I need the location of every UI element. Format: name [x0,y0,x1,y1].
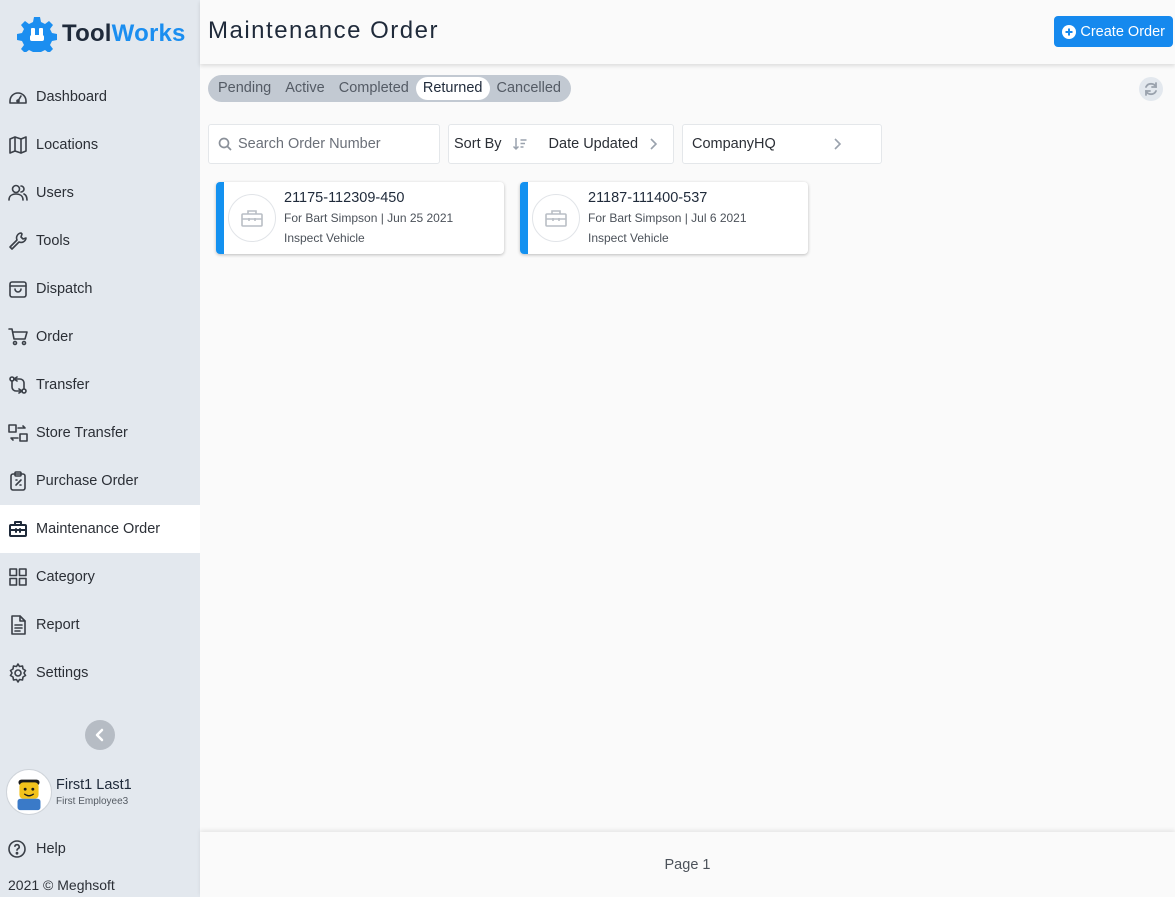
user-role: First Employee3 [56,796,129,807]
sidebar-item-label: Tools [36,233,70,249]
order-task: Inspect Vehicle [284,231,365,245]
order-task: Inspect Vehicle [588,231,669,245]
user-profile[interactable]: First1 Last1 First Employee3 [6,769,132,815]
sort-selector[interactable]: Sort By Date Updated [448,124,674,164]
order-card[interactable]: 21175-112309-450 For Bart Simpson | Jun … [216,182,504,254]
sidebar-item-label: Settings [36,665,89,681]
cart-icon [8,327,28,347]
sidebar-item-dispatch[interactable]: Dispatch [0,265,200,313]
sidebar-item-label: Transfer [36,377,90,393]
sidebar-item-label: Locations [36,137,99,153]
location-selector[interactable]: CompanyHQ [682,124,882,164]
refresh-button[interactable] [1139,77,1163,101]
logo-text-tool: Tool [62,20,112,47]
search-input[interactable] [238,136,428,152]
plus-circle-icon [1062,24,1077,39]
sidebar-item-transfer[interactable]: Transfer [0,361,200,409]
sidebar-item-label: Store Transfer [36,425,128,441]
status-tabs: Pending Active Completed Returned Cancel… [208,75,571,102]
order-card[interactable]: 21187-111400-537 For Bart Simpson | Jul … [520,182,808,254]
user-name: First1 Last1 [56,777,132,793]
sidebar-item-order[interactable]: Order [0,313,200,361]
sidebar-item-label: Users [36,185,74,201]
tab-active[interactable]: Active [278,77,332,100]
order-subtitle: For Bart Simpson | Jul 6 2021 [588,211,747,225]
chevron-left-icon [95,728,104,742]
order-number: 21175-112309-450 [284,190,405,206]
store-transfer-icon [8,423,28,443]
create-order-button[interactable]: Create Order [1054,16,1173,47]
refresh-icon [1145,82,1157,96]
map-icon [8,135,28,155]
grid-icon [8,567,28,587]
chevron-right-icon [650,138,658,150]
gear-icon [8,663,28,683]
page-title: Maintenance Order [208,17,439,44]
sidebar-item-label: Report [36,617,80,633]
help-label: Help [36,841,66,857]
chevron-right-icon [834,138,842,150]
dashboard-icon [8,87,28,107]
sidebar: ToolWorks Dashboard Locations Users Tool… [0,0,200,897]
create-order-label: Create Order [1080,23,1165,40]
sidebar-item-report[interactable]: Report [0,601,200,649]
page-header: Maintenance Order Create Order [200,0,1175,64]
app-logo[interactable]: ToolWorks [17,16,186,52]
toolbox-icon [228,194,276,242]
sidebar-item-dashboard[interactable]: Dashboard [0,73,200,121]
pagination-footer: Page 1 [200,832,1175,897]
card-status-stripe [216,182,224,254]
tab-pending[interactable]: Pending [211,77,278,100]
help-link[interactable]: Help [8,840,66,858]
avatar [6,769,52,815]
sidebar-nav: Dashboard Locations Users Tools Dispatch… [0,73,200,697]
transfer-icon [8,375,28,395]
toolbox-icon [532,194,580,242]
copyright: 2021 © Meghsoft [8,877,115,893]
sidebar-item-settings[interactable]: Settings [0,649,200,697]
wrench-icon [8,231,28,251]
sort-value: Date Updated [548,136,639,152]
sort-descending-icon [512,138,527,151]
search-box [208,124,440,164]
order-number: 21187-111400-537 [588,190,708,206]
gear-logo-icon [17,17,57,52]
toolbox-icon [8,519,28,539]
sort-label: Sort By [454,136,502,152]
help-icon [8,840,26,858]
location-value: CompanyHQ [692,136,776,152]
sidebar-item-label: Maintenance Order [36,521,161,537]
sidebar-item-purchase-order[interactable]: Purchase Order [0,457,200,505]
sidebar-item-category[interactable]: Category [0,553,200,601]
sidebar-item-tools[interactable]: Tools [0,217,200,265]
sidebar-collapse-button[interactable] [85,720,115,750]
card-status-stripe [520,182,528,254]
logo-text-works: Works [111,20,186,47]
search-icon [218,137,232,151]
tab-returned[interactable]: Returned [415,77,490,100]
tab-cancelled[interactable]: Cancelled [490,77,569,100]
sidebar-item-label: Order [36,329,74,345]
sidebar-item-maintenance-order[interactable]: Maintenance Order [0,505,200,553]
bag-icon [8,279,28,299]
tab-completed[interactable]: Completed [332,77,416,100]
page-indicator: Page 1 [664,856,711,873]
sidebar-item-users[interactable]: Users [0,169,200,217]
sidebar-item-locations[interactable]: Locations [0,121,200,169]
sidebar-item-label: Purchase Order [36,473,139,489]
sidebar-item-store-transfer[interactable]: Store Transfer [0,409,200,457]
document-icon [8,615,28,635]
users-icon [8,183,28,203]
sidebar-item-label: Category [36,569,95,585]
order-subtitle: For Bart Simpson | Jun 25 2021 [284,211,454,225]
sidebar-item-label: Dispatch [36,281,93,297]
sidebar-item-label: Dashboard [36,89,107,105]
clipboard-icon [8,471,28,491]
